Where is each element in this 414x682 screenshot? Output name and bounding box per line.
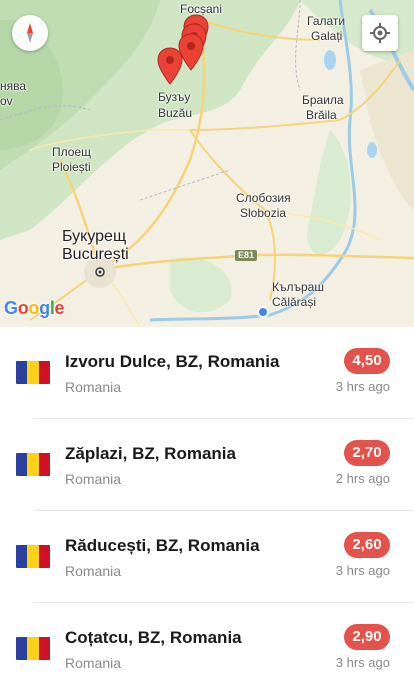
timestamp: 3 hrs ago — [335, 655, 390, 670]
value-badge: 4,50 — [344, 348, 390, 374]
value-badge: 2,70 — [344, 440, 390, 466]
timestamp: 3 hrs ago — [335, 563, 390, 578]
my-location-icon — [370, 23, 390, 43]
romania-flag-icon — [16, 637, 50, 660]
romania-flag-icon — [16, 361, 50, 384]
map-label-partial: нява — [0, 79, 27, 93]
list-item[interactable]: Zăplazi, BZ, Romania Romania 2,70 2 hrs … — [0, 419, 414, 511]
value-badge: 2,90 — [344, 624, 390, 650]
list-item[interactable]: Coțatcu, BZ, Romania Romania 2,90 3 hrs … — [0, 603, 414, 682]
map-label-braila-cyr: Браила — [302, 93, 344, 107]
list-item[interactable]: Răducești, BZ, Romania Romania 2,60 3 hr… — [0, 511, 414, 603]
compass-icon — [27, 23, 33, 43]
timestamp: 3 hrs ago — [335, 379, 390, 394]
romania-flag-icon — [16, 453, 50, 476]
google-logo: Google — [4, 298, 65, 318]
romania-flag-icon — [16, 545, 50, 568]
my-location-button[interactable] — [362, 15, 398, 51]
map-pin-icon[interactable] — [157, 47, 183, 85]
location-country: Romania — [65, 655, 122, 671]
location-name: Răducești, BZ, Romania — [65, 536, 260, 555]
map-label-bucuresti-cyr: Букурещ — [62, 228, 127, 245]
location-list: Izvoru Dulce, BZ, Romania Romania 4,50 3… — [0, 327, 414, 682]
map-label-ploiesti: Ploiești — [52, 160, 91, 174]
list-item[interactable]: Izvoru Dulce, BZ, Romania Romania 4,50 3… — [0, 327, 414, 419]
map-road-e81: E81 — [235, 250, 258, 261]
map-label-buzau: Buzău — [158, 106, 193, 120]
map-label-ploiesti-cyr: Плоещ — [52, 145, 91, 159]
compass-button[interactable] — [12, 15, 48, 51]
map-label-calarasi-cyr: Кълъраш — [272, 280, 324, 294]
location-country: Romania — [65, 563, 122, 579]
map-label-partial-2: ov — [0, 94, 13, 108]
map-view[interactable]: Focșani Галати Galați нява ov Бузъу Buză… — [0, 0, 414, 327]
location-name: Coțatcu, BZ, Romania — [65, 628, 242, 647]
map-label-bucuresti: București — [62, 246, 129, 263]
map-label-calarasi: Călărași — [272, 295, 317, 309]
location-country: Romania — [65, 379, 122, 395]
map-label-slobozia: Slobozia — [240, 206, 287, 220]
location-name: Zăplazi, BZ, Romania — [65, 444, 236, 463]
map-label-galati: Galați — [311, 29, 343, 43]
location-name: Izvoru Dulce, BZ, Romania — [65, 352, 280, 371]
map-label-braila: Brăila — [306, 108, 337, 122]
map-label-buzau-cyr: Бузъу — [158, 90, 191, 104]
value-badge: 2,60 — [344, 532, 390, 558]
timestamp: 2 hrs ago — [335, 471, 390, 486]
map-label-slobozia-cyr: Слобозия — [236, 191, 291, 205]
location-country: Romania — [65, 471, 122, 487]
map-label-galati-cyr: Галати — [307, 14, 346, 28]
